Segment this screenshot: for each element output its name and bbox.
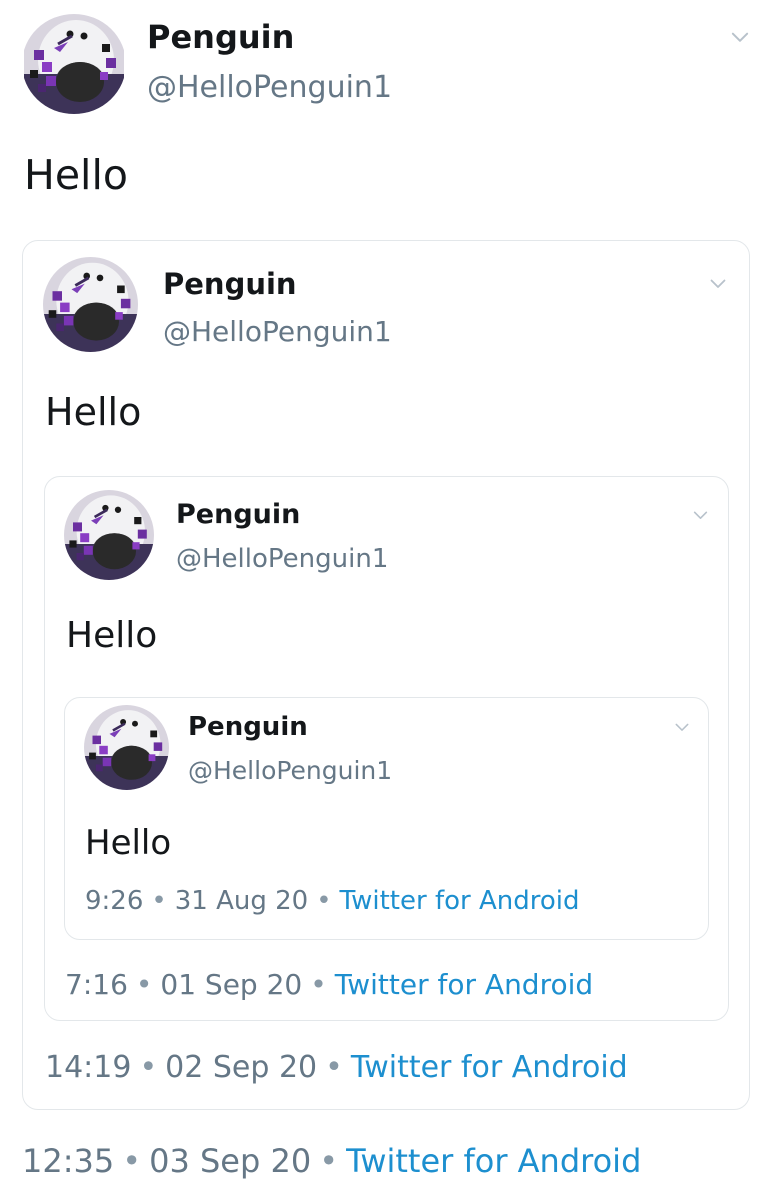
separator: • xyxy=(122,1142,142,1180)
chevron-down-icon[interactable] xyxy=(710,279,726,289)
separator: • xyxy=(135,968,153,1001)
penguin-avatar-icon xyxy=(22,14,126,114)
tweet-date[interactable]: 01 Sep 20 xyxy=(160,968,302,1001)
author-name: Penguin xyxy=(163,267,297,301)
avatar xyxy=(43,257,138,352)
tweet-text: Hello xyxy=(45,390,142,434)
avatar[interactable] xyxy=(22,14,126,114)
tweet-meta: 7:16 • 01 Sep 20 • Twitter for Android xyxy=(65,968,593,1001)
author-name[interactable]: Penguin xyxy=(147,18,294,56)
tweet-text: Hello xyxy=(24,151,128,199)
avatar xyxy=(64,490,154,580)
tweet-source-link[interactable]: Twitter for Android xyxy=(340,886,580,916)
author-name: Penguin xyxy=(176,499,301,530)
tweet-meta: 9:26 • 31 Aug 20 • Twitter for Android xyxy=(85,886,580,916)
separator: • xyxy=(319,1142,339,1180)
tweet-source-link[interactable]: Twitter for Android xyxy=(346,1142,641,1180)
tweet-date[interactable]: 02 Sep 20 xyxy=(165,1050,317,1085)
tweet-text: Hello xyxy=(85,823,172,863)
author-name: Penguin xyxy=(188,712,308,742)
tweet-time[interactable]: 12:35 xyxy=(22,1142,114,1180)
tweet-time[interactable]: 14:19 xyxy=(45,1050,131,1085)
penguin-avatar-icon xyxy=(43,257,138,352)
tweet-meta: 14:19 • 02 Sep 20 • Twitter for Android xyxy=(45,1050,628,1085)
separator: • xyxy=(139,1050,158,1085)
separator: • xyxy=(310,968,327,1001)
tweet-date[interactable]: 03 Sep 20 xyxy=(149,1142,311,1180)
separator: • xyxy=(325,1050,343,1085)
separator: • xyxy=(316,886,332,916)
author-handle[interactable]: @HelloPenguin1 xyxy=(147,70,392,105)
tweet-time[interactable]: 9:26 xyxy=(85,886,143,916)
author-handle: @HelloPenguin1 xyxy=(163,315,392,348)
tweet-date[interactable]: 31 Aug 20 xyxy=(175,886,308,916)
chevron-down-icon[interactable] xyxy=(675,723,689,732)
tweet-source-link[interactable]: Twitter for Android xyxy=(351,1050,628,1085)
author-handle: @HelloPenguin1 xyxy=(188,756,393,785)
tweet-time[interactable]: 7:16 xyxy=(65,968,128,1001)
chevron-down-icon[interactable] xyxy=(693,511,708,520)
chevron-down-icon[interactable] xyxy=(731,32,749,43)
tweet-meta: 12:35 • 03 Sep 20 • Twitter for Android xyxy=(22,1142,641,1180)
separator: • xyxy=(151,886,167,916)
author-handle: @HelloPenguin1 xyxy=(176,544,389,574)
tweet-text: Hello xyxy=(66,615,158,656)
avatar xyxy=(84,705,169,790)
penguin-avatar-icon xyxy=(84,705,169,790)
penguin-avatar-icon xyxy=(64,490,154,580)
tweet-source-link[interactable]: Twitter for Android xyxy=(335,968,593,1001)
